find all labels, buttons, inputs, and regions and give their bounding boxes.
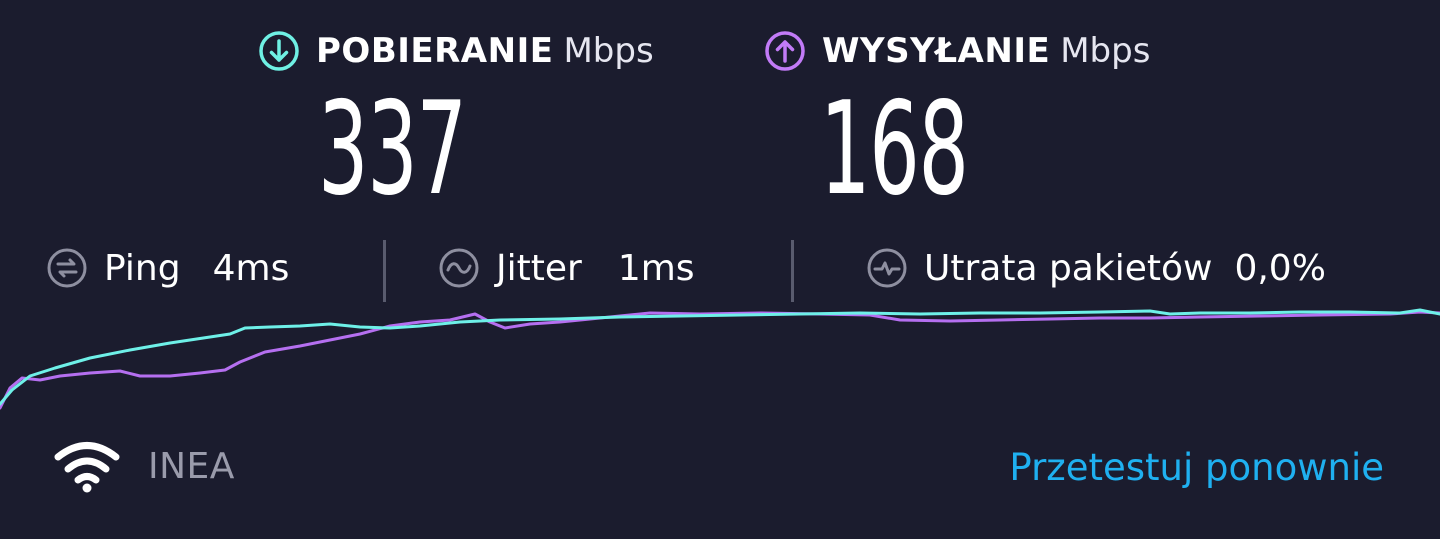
ping-icon [47, 248, 87, 288]
jitter-icon [439, 248, 479, 288]
jitter-stat: Jitter 1ms [438, 240, 695, 296]
download-graph-line [0, 308, 1440, 406]
network-name: INEA [148, 446, 235, 487]
arrow-up-circle-icon [765, 31, 805, 71]
upload-graph-line [0, 310, 1440, 410]
download-label: POBIERANIE [316, 31, 554, 71]
stats-divider [383, 240, 386, 302]
packet-loss-icon [867, 248, 907, 288]
upload-speed-value: 168 [820, 75, 969, 224]
packet-loss-value: 0,0% [1234, 247, 1326, 289]
arrow-down-circle-icon [259, 31, 299, 71]
upload-label: WYSYŁANIE [822, 31, 1051, 71]
download-header: POBIERANIE Mbps [258, 28, 654, 74]
ping-label: Ping [104, 247, 181, 289]
packet-loss-label: Utrata pakietów [924, 247, 1213, 289]
ping-stat: Ping 4ms [46, 240, 289, 296]
packet-loss-stat: Utrata pakietów 0,0% [866, 240, 1326, 296]
retest-button[interactable]: Przetestuj ponownie [1009, 446, 1384, 489]
upload-unit: Mbps [1060, 31, 1151, 71]
stats-divider [791, 240, 794, 302]
wifi-icon [54, 442, 120, 493]
download-unit: Mbps [563, 31, 654, 71]
jitter-value: 1ms [617, 247, 695, 289]
upload-header: WYSYŁANIE Mbps [764, 28, 1150, 74]
speed-graph [0, 308, 1440, 410]
ping-value: 4ms [212, 247, 290, 289]
download-speed-value: 337 [318, 75, 467, 224]
jitter-label: Jitter [496, 247, 582, 289]
